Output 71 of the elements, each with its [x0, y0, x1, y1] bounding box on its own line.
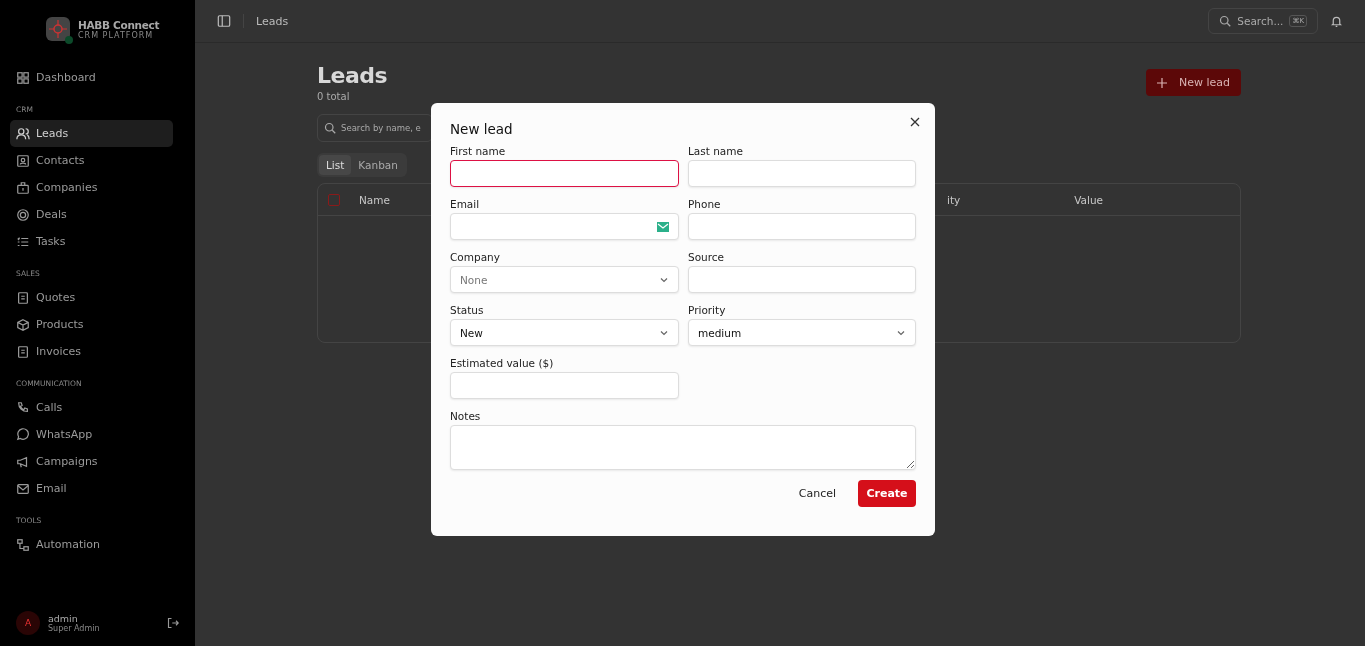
- sidebar-item[interactable]: Invoices: [10, 338, 173, 365]
- sidebar-toggle-icon[interactable]: [217, 14, 231, 28]
- box-icon: [16, 317, 30, 332]
- cancel-button[interactable]: Cancel: [792, 480, 842, 507]
- select-all-checkbox[interactable]: [328, 193, 340, 206]
- text-field[interactable]: [450, 160, 679, 187]
- sidebar-item[interactable]: Campaigns: [10, 448, 173, 475]
- select-field[interactable]: None: [450, 266, 679, 293]
- column-header: Value: [1074, 193, 1104, 206]
- column-header: ity: [947, 193, 961, 206]
- sidebar-item[interactable]: Products: [10, 311, 173, 338]
- doc-icon: [16, 344, 30, 359]
- sidebar-item[interactable]: Email: [10, 475, 173, 502]
- select-field[interactable]: medium: [688, 319, 916, 346]
- field-label: Company: [450, 251, 501, 263]
- search-placeholder: Search...: [1237, 15, 1284, 27]
- field-label: Estimated value ($): [450, 357, 555, 369]
- field-label: Last name: [688, 145, 744, 157]
- sidebar-item[interactable]: Deals: [10, 201, 173, 228]
- brand-tagline: CRM PLATFORM: [78, 30, 155, 40]
- sidebar-item[interactable]: Contacts: [10, 147, 173, 174]
- notes-field[interactable]: [450, 425, 916, 470]
- target-icon: [16, 207, 30, 222]
- create-button[interactable]: Create: [858, 480, 916, 507]
- sidebar-item[interactable]: Quotes: [10, 284, 173, 311]
- megaphone-icon: [16, 454, 30, 469]
- field-label: Phone: [688, 198, 722, 210]
- page-title: Leads: [317, 62, 388, 90]
- search-placeholder: Search by name, e: [341, 123, 421, 133]
- bell-icon[interactable]: [1330, 14, 1343, 28]
- sidebar-item[interactable]: Automation: [10, 531, 173, 558]
- envelope-icon: [657, 221, 669, 232]
- mail-icon: [16, 481, 30, 496]
- users-icon: [16, 126, 30, 141]
- flow-icon: [16, 537, 30, 552]
- lead-count: 0 total: [317, 91, 351, 102]
- field-label: Email: [450, 198, 481, 210]
- view-tab[interactable]: List: [319, 155, 352, 175]
- breadcrumb: Leads: [256, 14, 289, 28]
- contact-icon: [16, 153, 30, 168]
- sidebar-item[interactable]: Calls: [10, 394, 173, 421]
- doc-icon: [16, 290, 30, 305]
- sidebar-item[interactable]: WhatsApp: [10, 421, 173, 448]
- new-lead-button[interactable]: New lead: [1146, 69, 1241, 96]
- field-label: Source: [688, 251, 726, 263]
- user-name: admin: [48, 613, 79, 624]
- view-tab[interactable]: Kanban: [351, 155, 405, 175]
- phone-icon: [16, 400, 30, 415]
- logo-icon: [46, 17, 70, 41]
- sidebar-item[interactable]: Dashboard: [10, 64, 173, 91]
- field-label: Status: [450, 304, 485, 316]
- logout-icon[interactable]: [167, 617, 179, 629]
- sidebar-item[interactable]: Tasks: [10, 228, 173, 255]
- search-icon: [1219, 15, 1232, 27]
- user-role: Super Admin: [48, 624, 101, 633]
- grid-icon: [16, 70, 30, 85]
- brand-name: HABB Connect: [78, 18, 160, 31]
- dialog-title: New lead: [450, 121, 514, 137]
- field-label: Priority: [688, 304, 727, 316]
- search-icon: [324, 122, 336, 134]
- sidebar-item[interactable]: Companies: [10, 174, 173, 201]
- chat-icon: [16, 427, 30, 442]
- select-field[interactable]: New: [450, 319, 679, 346]
- sidebar-item[interactable]: Leads: [10, 120, 173, 147]
- field-label: Notes: [450, 410, 482, 422]
- user-avatar: A: [16, 611, 40, 635]
- column-header: Name: [359, 193, 390, 206]
- email-field[interactable]: [450, 213, 679, 240]
- plus-icon: [1156, 77, 1167, 88]
- close-icon[interactable]: [910, 117, 920, 127]
- field-label: First name: [450, 145, 507, 157]
